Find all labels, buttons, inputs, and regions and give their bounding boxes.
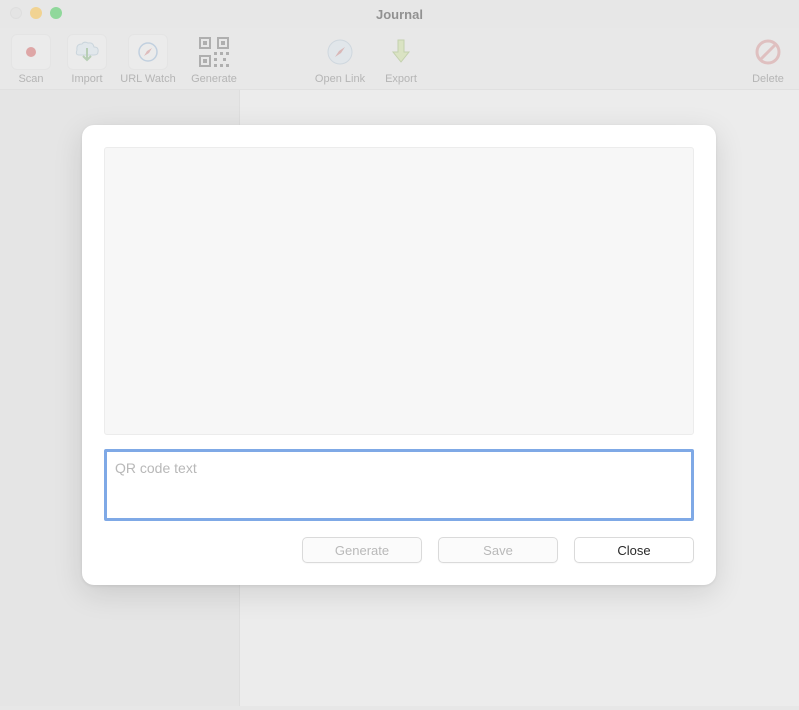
toolbar-generate-label: Generate bbox=[191, 73, 237, 85]
toolbar-delete-label: Delete bbox=[752, 73, 784, 85]
toolbar-urlwatch-label: URL Watch bbox=[120, 73, 175, 85]
export-icon bbox=[381, 34, 421, 70]
toolbar-scan-label: Scan bbox=[18, 73, 43, 85]
traffic-lights bbox=[10, 7, 62, 19]
qr-preview-area bbox=[104, 147, 694, 435]
toolbar: Scan Import URL Watch Generate bbox=[0, 28, 799, 90]
toolbar-openlink[interactable]: Open Link bbox=[310, 34, 370, 85]
generate-modal: Generate Save Close bbox=[82, 125, 716, 585]
toolbar-delete[interactable]: Delete bbox=[743, 34, 793, 85]
compass-icon bbox=[128, 34, 168, 70]
safari-icon bbox=[320, 34, 360, 70]
close-window-button[interactable] bbox=[10, 7, 22, 19]
toolbar-export-label: Export bbox=[385, 73, 417, 85]
minimize-window-button[interactable] bbox=[30, 7, 42, 19]
toolbar-import-label: Import bbox=[71, 73, 102, 85]
toolbar-scan[interactable]: Scan bbox=[6, 34, 56, 85]
toolbar-import[interactable]: Import bbox=[62, 34, 112, 85]
record-icon bbox=[11, 34, 51, 70]
import-icon bbox=[67, 34, 107, 70]
qr-icon bbox=[194, 34, 234, 70]
save-button[interactable]: Save bbox=[438, 537, 558, 563]
qr-text-input[interactable] bbox=[104, 449, 694, 521]
delete-icon bbox=[748, 34, 788, 70]
toolbar-urlwatch[interactable]: URL Watch bbox=[118, 34, 178, 85]
toolbar-generate[interactable]: Generate bbox=[184, 34, 244, 85]
zoom-window-button[interactable] bbox=[50, 7, 62, 19]
titlebar: Journal bbox=[0, 0, 799, 28]
window-title: Journal bbox=[376, 7, 423, 22]
close-button[interactable]: Close bbox=[574, 537, 694, 563]
toolbar-openlink-label: Open Link bbox=[315, 73, 365, 85]
toolbar-export[interactable]: Export bbox=[376, 34, 426, 85]
modal-button-row: Generate Save Close bbox=[104, 537, 694, 563]
generate-button[interactable]: Generate bbox=[302, 537, 422, 563]
